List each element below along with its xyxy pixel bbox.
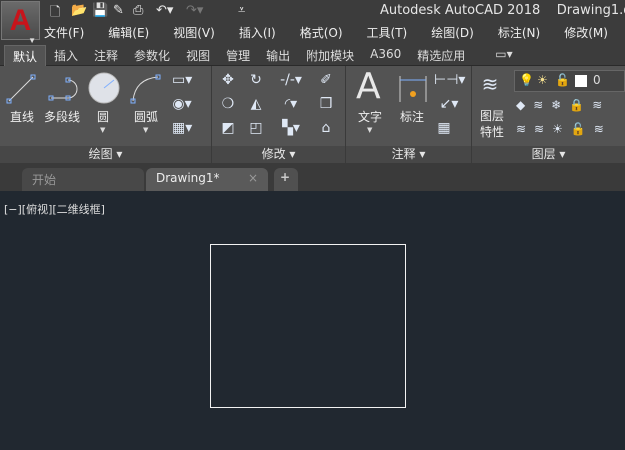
ribbon: 直线 多段线 圆 ▼ 圆弧 ▼ ▭▾ ◉▾ ▦▾ 绘图 ▾ ✥ ↻ -/-▾ ✐…: [0, 66, 625, 163]
fillet-icon[interactable]: ◜▾: [274, 96, 308, 112]
tab-annotate[interactable]: 注释: [86, 45, 126, 66]
dimension-button[interactable]: 标注: [400, 108, 424, 125]
color-swatch: [575, 75, 587, 87]
menu-modify[interactable]: 修改(M): [564, 24, 608, 41]
move-icon[interactable]: ✥: [218, 72, 238, 88]
draw-panel: 直线 多段线 圆 ▼ 圆弧 ▼ ▭▾ ◉▾ ▦▾ 绘图 ▾: [0, 66, 212, 163]
arc-icon: [130, 74, 161, 104]
tab-start[interactable]: 开始: [22, 168, 144, 191]
ribbon-toggle-icon[interactable]: ▭▾: [487, 45, 520, 66]
stretch-icon[interactable]: ◩: [218, 120, 238, 136]
layer-dropdown[interactable]: 💡 ☀ 🔓 0: [514, 70, 625, 92]
document-title: Drawing1.dwg: [556, 3, 625, 18]
tab-output[interactable]: 输出: [258, 45, 298, 66]
layer-tools-row1-icon[interactable]: ◆≋❄🔒≋: [516, 98, 625, 112]
layer-properties-icon: ≋: [481, 72, 499, 96]
polyline-icon: [48, 77, 78, 101]
explode-icon[interactable]: ❒: [316, 96, 336, 112]
tab-drawing1[interactable]: Drawing1* ×: [146, 168, 268, 191]
new-icon[interactable]: 🗋: [50, 3, 60, 25]
text-button[interactable]: 文字: [358, 108, 382, 125]
lightbulb-icon: 💡: [519, 73, 534, 87]
line-button[interactable]: 直线: [10, 108, 34, 125]
tab-start-label: 开始: [32, 173, 57, 187]
mirror-icon[interactable]: ◭: [246, 96, 266, 112]
modify-panel-label[interactable]: 修改: [262, 147, 286, 161]
arc-button[interactable]: 圆弧: [134, 108, 158, 125]
line-icon: [6, 74, 36, 104]
menu-insert[interactable]: 插入(I): [239, 24, 276, 41]
save-icon[interactable]: 💾: [92, 3, 108, 18]
modify-panel: ✥ ↻ -/-▾ ✐ ❍ ◭ ◜▾ ❒ ◩ ◰ ▚▾ ⌂ 修改 ▾: [212, 66, 346, 163]
text-icon: A: [356, 66, 381, 107]
unlock-icon: 🔓: [555, 73, 570, 87]
current-layer: 0: [593, 73, 601, 87]
table-icon[interactable]: ▦: [434, 120, 454, 136]
drawing-canvas[interactable]: [−][俯视][二维线框]: [0, 191, 625, 450]
layer-properties-label-1: 图层: [480, 109, 505, 123]
trim-icon[interactable]: -/-▾: [274, 72, 308, 88]
annotation-panel: A 文字 ▼ 标注 ⊢⊣▾ ↙▾ ▦ 注释 ▾: [346, 66, 472, 163]
leader-icon[interactable]: ↙▾: [434, 96, 464, 112]
redo-icon[interactable]: ↷▾: [186, 3, 203, 18]
menu-file[interactable]: 文件(F): [44, 24, 84, 41]
chevron-down-icon[interactable]: ▼: [143, 126, 148, 134]
print-icon[interactable]: ⎙: [133, 3, 143, 18]
tab-insert[interactable]: 插入: [46, 45, 86, 66]
array-icon[interactable]: ▚▾: [274, 120, 308, 136]
rectangle-icon[interactable]: ▭▾: [172, 72, 192, 88]
boundary-icon[interactable]: ▦▾: [172, 120, 192, 136]
tab-featured-apps[interactable]: 精选应用: [409, 45, 473, 66]
draw-panel-label[interactable]: 绘图: [89, 147, 113, 161]
linear-dimension-icon[interactable]: ⊢⊣▾: [434, 72, 465, 88]
menu-view[interactable]: 视图(V): [173, 24, 215, 41]
tab-view[interactable]: 视图: [178, 45, 218, 66]
hatch-icon[interactable]: ◉▾: [172, 96, 192, 112]
tab-manage[interactable]: 管理: [218, 45, 258, 66]
tab-addins[interactable]: 附加模块: [298, 45, 362, 66]
tab-parametric[interactable]: 参数化: [126, 45, 178, 66]
layer-tools-row2-icon[interactable]: ≋≋☀🔓≋: [516, 122, 625, 136]
customize-icon[interactable]: ⩡: [238, 3, 245, 18]
layers-panel: ≋ 图层 特性 💡 ☀ 🔓 0 ◆≋❄🔒≋ ≋≋☀🔓≋ 图层 ▾: [472, 66, 625, 163]
circle-icon: [88, 72, 120, 104]
menu-draw[interactable]: 绘图(D): [431, 24, 474, 41]
annotation-panel-label[interactable]: 注释: [392, 147, 416, 161]
circle-button[interactable]: 圆: [97, 108, 109, 125]
saveas-icon[interactable]: ✎: [113, 3, 124, 18]
polyline-button[interactable]: 多段线: [44, 108, 80, 125]
scale-icon[interactable]: ◰: [246, 120, 266, 136]
document-tabs: 开始 Drawing1* × +: [0, 163, 625, 191]
tab-default[interactable]: 默认: [4, 45, 47, 66]
menu-dimension[interactable]: 标注(N): [498, 24, 540, 41]
ribbon-tabs: 默认 插入 注释 参数化 视图 管理 输出 附加模块 A360 精选应用 ▭▾: [0, 44, 625, 66]
erase-icon[interactable]: ✐: [316, 72, 336, 88]
menu-tools[interactable]: 工具(T): [367, 24, 408, 41]
menu-format[interactable]: 格式(O): [300, 24, 343, 41]
new-tab-button[interactable]: +: [274, 168, 298, 191]
tab-a360[interactable]: A360: [362, 45, 409, 66]
viewport-controls[interactable]: [−][俯视][二维线框]: [4, 201, 105, 217]
chevron-down-icon[interactable]: ▼: [367, 126, 372, 134]
layer-properties-button[interactable]: 图层 特性: [480, 108, 504, 140]
dimension-icon: [399, 76, 427, 102]
layers-panel-label[interactable]: 图层: [532, 147, 556, 161]
sun-icon: ☀: [537, 73, 548, 87]
menu-bar: 文件(F) 编辑(E) 视图(V) 插入(I) 格式(O) 工具(T) 绘图(D…: [44, 24, 625, 41]
offset-icon[interactable]: ⌂: [316, 120, 336, 136]
tab-drawing1-label: Drawing1*: [156, 171, 220, 185]
undo-icon[interactable]: ↶▾: [156, 3, 173, 18]
title-bar: A ▼ 🗋 📂 💾 ✎ ⎙ ↶▾ ↷▾ ⩡ Autodesk AutoCAD 20…: [0, 0, 625, 45]
open-icon[interactable]: 📂: [71, 3, 87, 18]
drawn-rectangle[interactable]: [210, 244, 406, 408]
chevron-down-icon[interactable]: ▼: [100, 126, 105, 134]
layer-properties-label-2: 特性: [480, 125, 505, 139]
app-title: Autodesk AutoCAD 2018: [380, 3, 541, 18]
menu-edit[interactable]: 编辑(E): [108, 24, 149, 41]
application-menu-button[interactable]: A ▼: [1, 1, 40, 45]
rotate-icon[interactable]: ↻: [246, 72, 266, 88]
copy-icon[interactable]: ❍: [218, 96, 238, 112]
close-icon[interactable]: ×: [248, 171, 258, 185]
